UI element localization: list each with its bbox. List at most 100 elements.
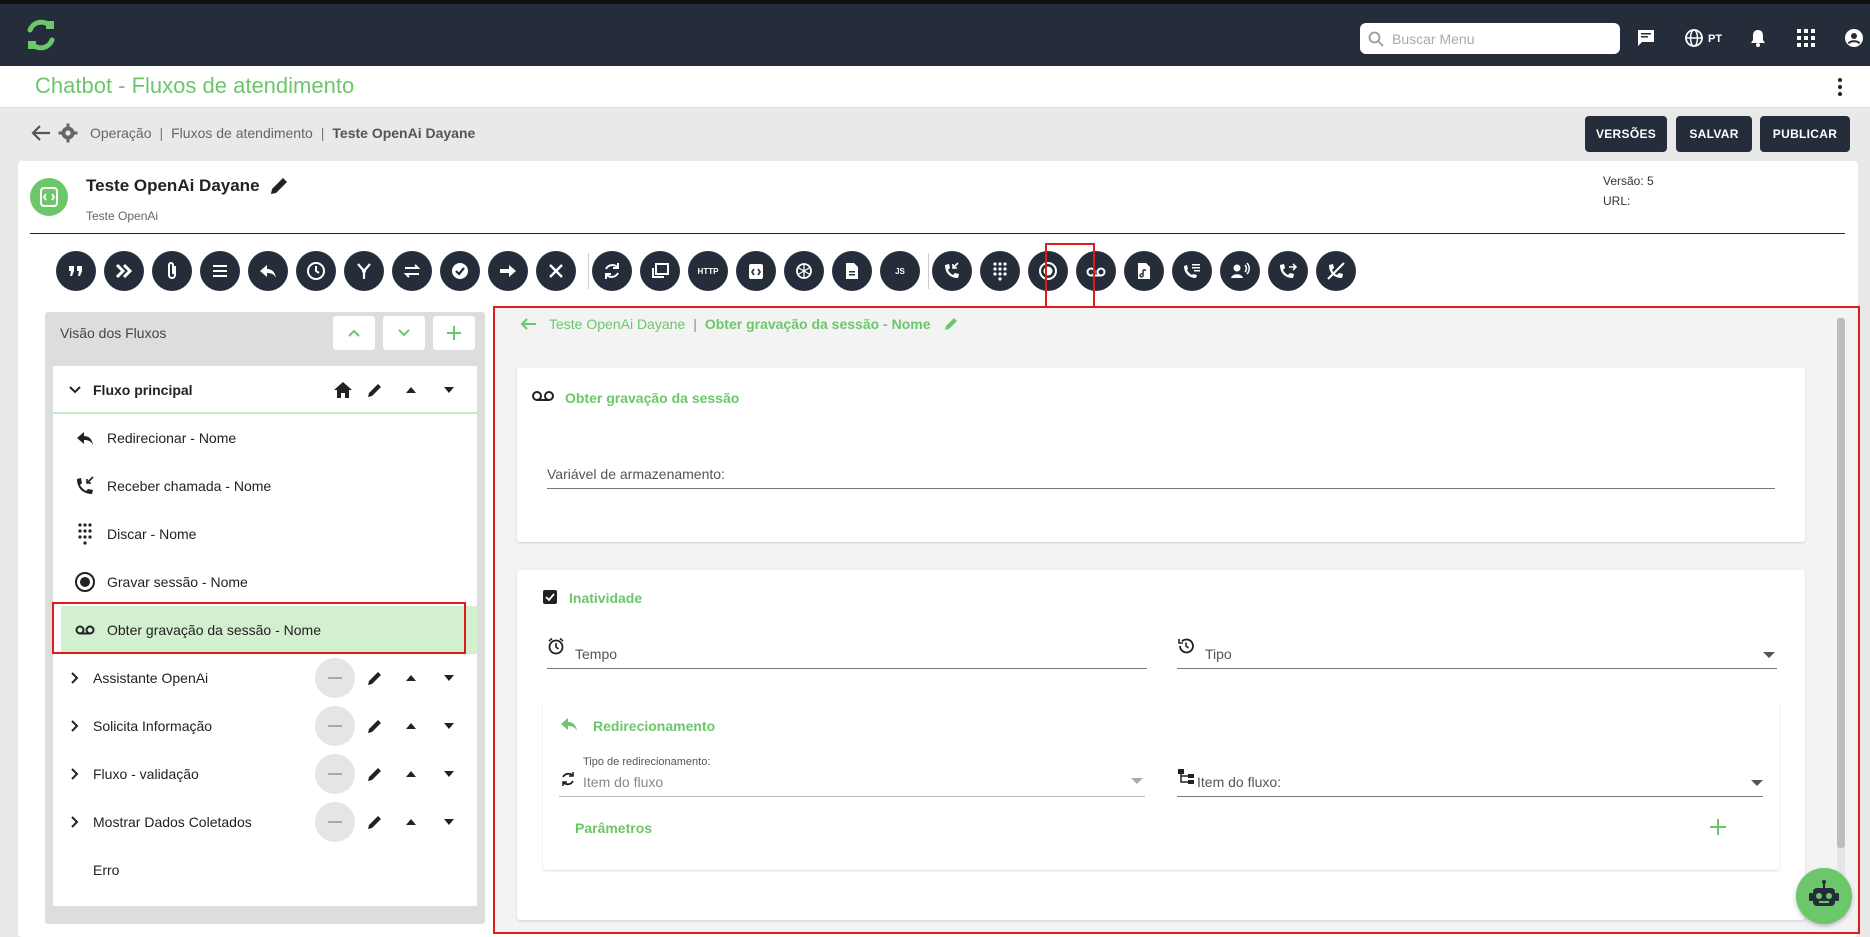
move-up-icon[interactable]	[399, 762, 423, 786]
move-down-icon[interactable]	[437, 666, 461, 690]
home-icon[interactable]	[331, 378, 355, 402]
code-icon[interactable]	[736, 251, 776, 291]
redirect-type-dropdown-arrow-icon[interactable]	[1131, 778, 1143, 784]
set-home-button[interactable]	[315, 802, 355, 842]
flow-item[interactable]: Discar - Nome	[53, 510, 477, 558]
edit-icon[interactable]	[363, 714, 387, 738]
breadcrumb-item-operacao[interactable]: Operação	[90, 125, 151, 141]
flow-item[interactable]: Receber chamada - Nome	[53, 462, 477, 510]
move-down-icon[interactable]	[437, 378, 461, 402]
search-input[interactable]	[1392, 30, 1612, 47]
breadcrumb-separator: |	[693, 316, 697, 332]
expand-all-button[interactable]	[383, 316, 425, 350]
collapse-all-button[interactable]	[333, 316, 375, 350]
reply-icon[interactable]	[248, 251, 288, 291]
settings-gear-icon[interactable]	[58, 123, 78, 143]
gallery-icon[interactable]	[640, 251, 680, 291]
return-arrow-icon[interactable]	[519, 317, 537, 331]
edit-icon[interactable]	[363, 762, 387, 786]
js-icon[interactable]: JS	[880, 251, 920, 291]
edit-icon[interactable]	[363, 666, 387, 690]
versions-button[interactable]: VERSÕES	[1585, 116, 1667, 152]
flow-row-error[interactable]: Erro	[53, 846, 477, 894]
menu-list-icon[interactable]	[200, 251, 240, 291]
set-home-button[interactable]	[315, 658, 355, 698]
save-button[interactable]: SALVAR	[1676, 116, 1752, 152]
scrollbar-thumb[interactable]	[1837, 318, 1845, 848]
flow-row[interactable]: Assistante OpenAi	[53, 654, 477, 702]
move-down-icon[interactable]	[437, 762, 461, 786]
chevron-right-icon[interactable]	[65, 668, 85, 688]
chatbot-assistant-button[interactable]	[1796, 868, 1852, 924]
inactivity-checkbox[interactable]	[543, 590, 557, 604]
sync-icon[interactable]	[592, 251, 632, 291]
add-flow-button[interactable]	[433, 316, 475, 350]
flow-item-dropdown-arrow-icon[interactable]	[1751, 780, 1763, 786]
incoming-call-icon[interactable]	[932, 251, 972, 291]
scrollbar[interactable]	[1837, 318, 1845, 918]
chevron-down-icon[interactable]	[65, 380, 85, 400]
flow-row[interactable]: Fluxo - validação	[53, 750, 477, 798]
dialpad-icon[interactable]	[980, 251, 1020, 291]
time-input[interactable]	[547, 668, 1147, 669]
flow-row[interactable]: Mostrar Dados Coletados	[53, 798, 477, 846]
storage-variable-input[interactable]	[547, 488, 1775, 489]
http-icon[interactable]: HTTP	[688, 251, 728, 291]
audio-file-icon[interactable]	[1124, 251, 1164, 291]
hangup-icon[interactable]	[1316, 251, 1356, 291]
user-account-icon[interactable]	[1842, 26, 1866, 50]
chevron-right-icon[interactable]	[65, 716, 85, 736]
breadcrumb-item-fluxos[interactable]: Fluxos de atendimento	[171, 125, 313, 141]
flow-name: Mostrar Dados Coletados	[93, 814, 252, 830]
app-logo-icon[interactable]	[24, 18, 58, 52]
edit-component-name-icon[interactable]	[943, 316, 959, 332]
document-icon[interactable]	[832, 251, 872, 291]
move-down-icon[interactable]	[437, 714, 461, 738]
search-box[interactable]	[1360, 23, 1620, 54]
move-up-icon[interactable]	[399, 810, 423, 834]
chevron-right-icon[interactable]	[65, 812, 85, 832]
branch-icon[interactable]	[344, 251, 384, 291]
reply-icon	[77, 432, 93, 445]
move-up-icon[interactable]	[399, 666, 423, 690]
type-dropdown-arrow-icon[interactable]	[1763, 652, 1775, 658]
type-select[interactable]	[1177, 668, 1777, 669]
set-home-button[interactable]	[315, 754, 355, 794]
move-down-icon[interactable]	[437, 810, 461, 834]
call-list-icon[interactable]	[1172, 251, 1212, 291]
edit-icon[interactable]	[363, 810, 387, 834]
notification-bell-icon[interactable]	[1746, 26, 1770, 50]
move-up-icon[interactable]	[399, 378, 423, 402]
double-chevron-icon[interactable]	[104, 251, 144, 291]
move-up-icon[interactable]	[399, 714, 423, 738]
apps-grid-icon[interactable]	[1794, 26, 1818, 50]
flow-row-main[interactable]: Fluxo principal	[53, 366, 477, 414]
add-parameter-plus-icon[interactable]	[1709, 818, 1727, 836]
check-icon[interactable]	[440, 251, 480, 291]
flow-row[interactable]: Solicita Informação	[53, 702, 477, 750]
call-transfer-icon[interactable]	[1268, 251, 1308, 291]
arrow-right-icon[interactable]	[488, 251, 528, 291]
more-vertical-icon[interactable]	[1830, 76, 1850, 98]
quote-icon[interactable]	[56, 251, 96, 291]
close-icon[interactable]	[536, 251, 576, 291]
openai-icon[interactable]	[784, 251, 824, 291]
paperclip-icon[interactable]	[152, 251, 192, 291]
chevron-right-icon[interactable]	[65, 764, 85, 784]
flow-item-select[interactable]	[1177, 796, 1763, 797]
flow-item[interactable]: Gravar sessão - Nome	[53, 558, 477, 606]
user-voice-icon[interactable]	[1220, 251, 1260, 291]
clock-icon[interactable]	[296, 251, 336, 291]
edit-flow-name-icon[interactable]	[268, 175, 290, 197]
globe-icon[interactable]	[1682, 26, 1706, 50]
swap-icon[interactable]	[392, 251, 432, 291]
chat-icon[interactable]	[1634, 26, 1658, 50]
editor-breadcrumb-flow[interactable]: Teste OpenAi Dayane	[549, 316, 685, 332]
set-home-button[interactable]	[315, 706, 355, 746]
flow-item[interactable]: Redirecionar - Nome	[53, 414, 477, 462]
language-label[interactable]: PT	[1708, 33, 1722, 45]
redirect-type-select[interactable]	[559, 796, 1145, 797]
publish-button[interactable]: PUBLICAR	[1760, 116, 1850, 152]
back-arrow-icon[interactable]	[30, 123, 52, 143]
edit-icon[interactable]	[363, 378, 387, 402]
